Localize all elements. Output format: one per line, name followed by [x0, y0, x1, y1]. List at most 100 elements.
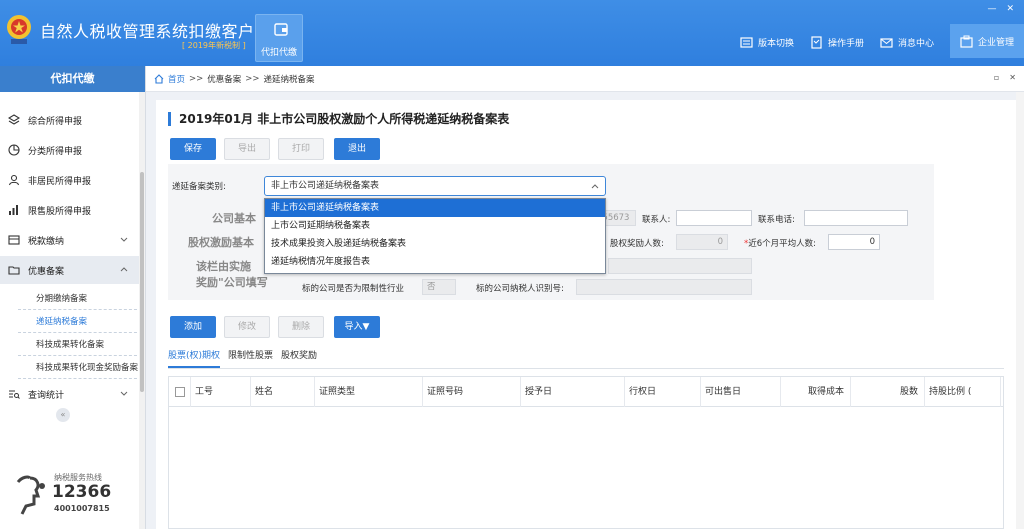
- data-table: 工号 姓名 证照类型 证照号码 授予日 行权日 可出售日 取得成本 股数 持股比…: [168, 376, 1004, 529]
- enterprise-icon: [960, 35, 973, 48]
- sub-item-tech-transfer-cash-reward-filing[interactable]: 科技成果转化现金奖励备案: [18, 357, 142, 379]
- sidebar-item-label: 限售股所得申报: [28, 206, 92, 217]
- tab-divider: [168, 368, 1004, 369]
- avg-headcount-field[interactable]: 0: [828, 234, 880, 250]
- breadcrumb-home-link[interactable]: 首页: [168, 73, 185, 85]
- filing-type-select[interactable]: 非上市公司递延纳税备案表: [264, 176, 606, 196]
- module-button-withholding[interactable]: 代扣代缴: [255, 14, 303, 62]
- sidebar-item-nonresident-income[interactable]: 非居民所得申报: [0, 166, 140, 194]
- chevron-down-icon: [120, 391, 128, 396]
- sidebar-item-classified-income[interactable]: 分类所得申报: [0, 136, 140, 164]
- minimize-icon[interactable]: —: [987, 4, 996, 14]
- wallet-icon: [8, 235, 20, 245]
- filing-type-label: 递延备案类别:: [172, 182, 226, 192]
- equity-count-label: 股权奖励人数:: [610, 239, 664, 249]
- column-header[interactable]: 证照类型: [315, 377, 423, 407]
- enterprise-management-button[interactable]: 企业管理: [949, 24, 1024, 58]
- sub-item-deferred-tax-filing[interactable]: 递延纳税备案: [18, 311, 142, 333]
- column-header[interactable]: 行权日: [625, 377, 701, 407]
- table-header: 工号 姓名 证照类型 证照号码 授予日 行权日 可出售日 取得成本 股数 持股比…: [169, 377, 1003, 407]
- tab-restricted-stock[interactable]: 限制性股票: [228, 348, 273, 368]
- column-header[interactable]: 股数: [851, 377, 925, 407]
- message-center-button[interactable]: 消息中心: [880, 32, 934, 52]
- column-header[interactable]: 授予日: [521, 377, 625, 407]
- version-switch-icon: [740, 36, 753, 48]
- equity-count-field[interactable]: 0: [676, 234, 728, 250]
- page-title: 2019年01月 非上市公司股权激励个人所得税递延纳税备案表: [168, 112, 509, 126]
- column-header[interactable]: 取得成本: [781, 377, 851, 407]
- chevron-down-icon: [120, 237, 128, 242]
- print-button[interactable]: 打印: [278, 138, 324, 160]
- tab-stock-options[interactable]: 股票(权)期权: [168, 348, 221, 368]
- wallet-icon: [274, 23, 288, 36]
- column-header[interactable]: 姓名: [251, 377, 315, 407]
- target-id-field[interactable]: [576, 279, 752, 295]
- sidebar-item-restricted-stock-income[interactable]: 限售股所得申报: [0, 196, 140, 224]
- special-note-line2: 奖励"公司填写: [196, 276, 268, 289]
- restore-icon[interactable]: ▫: [994, 73, 999, 82]
- column-header[interactable]: 证照号码: [423, 377, 521, 407]
- sub-item-installment-filing[interactable]: 分期缴纳备案: [18, 288, 142, 310]
- contact-label: 联系人:: [642, 215, 671, 225]
- import-button[interactable]: 导入▼: [334, 316, 380, 338]
- sidebar-item-tax-payment[interactable]: 税款缴纳: [0, 226, 140, 254]
- grid-tabs: 股票(权)期权 限制性股票 股权奖励: [168, 348, 325, 368]
- tab-controls: ▫ ✕: [994, 73, 1016, 82]
- sub-item-tech-transfer-filing[interactable]: 科技成果转化备案: [18, 334, 142, 356]
- add-button[interactable]: 添加: [170, 316, 216, 338]
- restricted-industry-field[interactable]: 否: [422, 279, 456, 295]
- readonly-field: [608, 258, 752, 274]
- sidebar-item-comprehensive-income[interactable]: 综合所得申报: [0, 106, 140, 134]
- sidebar-item-label: 非居民所得申报: [28, 176, 92, 187]
- hotline-person-icon: [16, 475, 45, 515]
- sidebar-item-label: 综合所得申报: [28, 116, 83, 127]
- hotline-secondary-number: 4001007815: [54, 504, 110, 513]
- collapse-sidebar-button[interactable]: «: [56, 408, 70, 422]
- main-scrollbar[interactable]: [1016, 92, 1024, 529]
- message-icon: [880, 37, 893, 48]
- sidebar-item-query-statistics[interactable]: 查询统计: [0, 380, 140, 408]
- version-switch-button[interactable]: 版本切换: [740, 32, 794, 52]
- save-button[interactable]: 保存: [170, 138, 216, 160]
- breadcrumb: 首页 >> 优惠备案 >> 递延纳税备案 ▫ ✕: [146, 66, 1024, 92]
- column-header[interactable]: 工号: [191, 377, 251, 407]
- sidebar-header: 代扣代缴: [0, 66, 145, 92]
- phone-field[interactable]: [804, 210, 908, 226]
- sidebar-item-label: 分类所得申报: [28, 146, 83, 157]
- delete-button[interactable]: 删除: [278, 316, 324, 338]
- column-header[interactable]: 持股比例 (: [925, 377, 1001, 407]
- exit-button[interactable]: 退出: [334, 138, 380, 160]
- layers-icon: [8, 114, 20, 125]
- close-icon[interactable]: ✕: [1006, 4, 1014, 14]
- dropdown-option[interactable]: 上市公司延期纳税备案表: [265, 217, 605, 235]
- dropdown-option[interactable]: 递延纳税情况年度报告表: [265, 253, 605, 271]
- contact-field[interactable]: [676, 210, 752, 226]
- breadcrumb-separator: >>: [189, 73, 204, 84]
- title-bar: 自然人税收管理系统扣缴客户端 [ 2019年新税制 ] 代扣代缴 — ✕ 版本切…: [0, 0, 1024, 66]
- dropdown-option[interactable]: 技术成果投资入股递延纳税备案表: [265, 235, 605, 253]
- enterprise-management-label: 企业管理: [977, 37, 1014, 48]
- breadcrumb-level1: 优惠备案: [207, 74, 242, 85]
- manual-button[interactable]: 操作手册: [810, 32, 864, 52]
- avg-headcount-label-text: 近6个月平均人数:: [748, 239, 817, 249]
- sidebar-scrollbar[interactable]: [139, 92, 145, 529]
- sidebar-item-preferential-filing[interactable]: 优惠备案: [0, 256, 140, 284]
- chevron-up-icon: [120, 267, 128, 272]
- tab-equity-reward[interactable]: 股权奖励: [281, 348, 317, 368]
- export-button[interactable]: 导出: [224, 138, 270, 160]
- avg-headcount-label: *近6个月平均人数:: [744, 237, 816, 249]
- close-tab-icon[interactable]: ✕: [1009, 73, 1016, 82]
- window-controls: — ✕: [987, 4, 1014, 14]
- select-all-checkbox[interactable]: [175, 387, 185, 397]
- app-subtitle: [ 2019年新税制 ]: [182, 41, 246, 50]
- dropdown-option[interactable]: 非上市公司递延纳税备案表: [265, 199, 605, 217]
- special-note-line1: 该栏由实施: [196, 260, 251, 273]
- restricted-industry-label: 标的公司是否为限制性行业: [302, 284, 405, 294]
- company-basic-label: 公司基本: [212, 212, 256, 225]
- target-id-label: 标的公司纳税人识别号:: [476, 284, 564, 294]
- tax-emblem-icon: [7, 15, 31, 44]
- equity-basic-label: 股权激励基本: [188, 236, 254, 249]
- modify-button[interactable]: 修改: [224, 316, 270, 338]
- version-switch-label: 版本切换: [757, 38, 794, 49]
- column-header[interactable]: 可出售日: [701, 377, 781, 407]
